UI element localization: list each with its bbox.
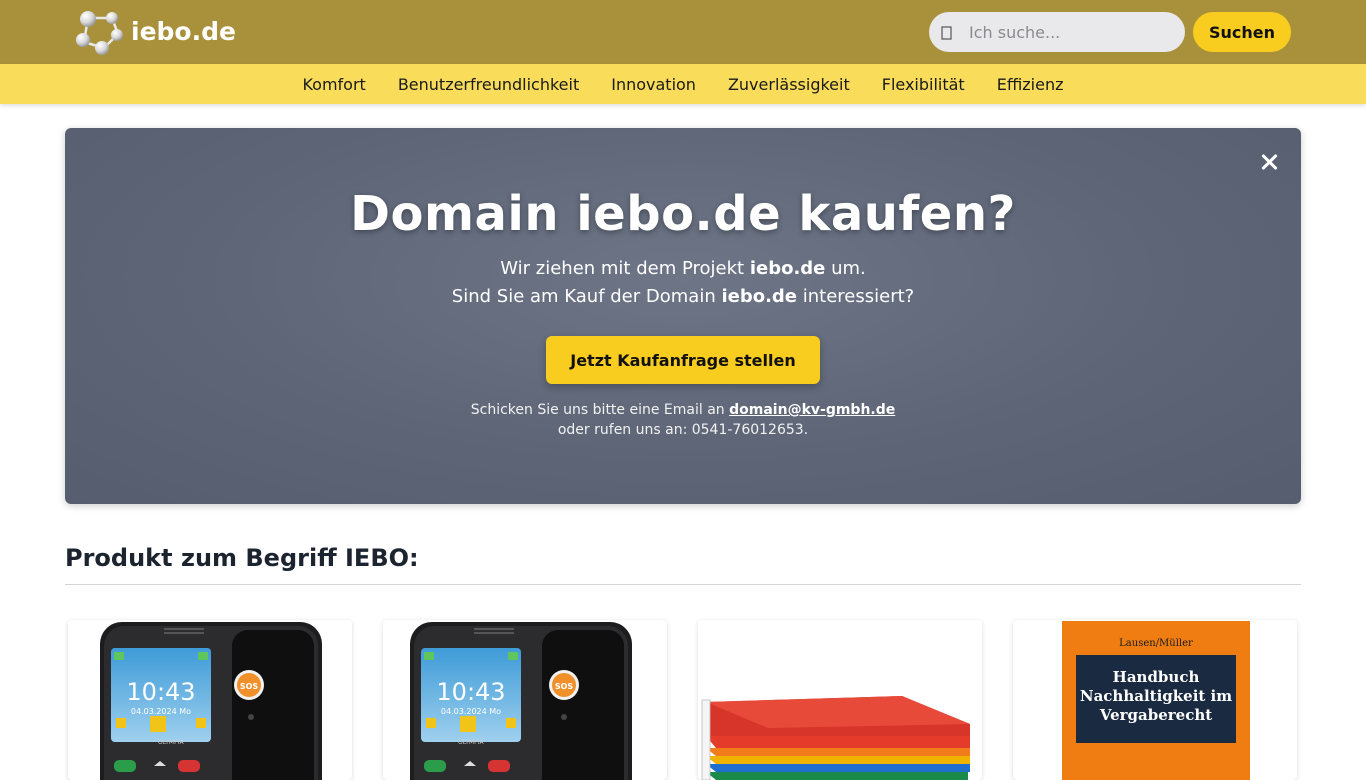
products-heading: Produkt zum Begriff IEBO: — [65, 544, 419, 572]
senior-phone-image: 10:43 04.03.2024 Mo SOS OLYMPIA — [100, 622, 322, 780]
book-authors: Lausen/Müller — [1119, 638, 1193, 649]
sos-label: SOS — [555, 682, 574, 691]
banner-line-1-end: um. — [825, 258, 866, 279]
sos-label: SOS — [240, 682, 259, 691]
nav-item-innovation[interactable]: Innovation — [611, 75, 696, 94]
divider — [65, 584, 1301, 585]
banner-line-1: Wir ziehen mit dem Projekt iebo.de um. — [65, 258, 1301, 279]
site-logo[interactable]: iebo.de — [74, 8, 236, 56]
product-card[interactable]: 10:43 04.03.2024 Mo SOS OLYMPIA — [68, 620, 352, 780]
category-nav: Komfort Benutzerfreundlichkeit Innovatio… — [0, 64, 1366, 104]
contact-phone-line: oder rufen uns an: 0541-76012653. — [557, 422, 809, 438]
product-card[interactable]: Lausen/Müller Handbuch Nachhaltigkeit im… — [1013, 620, 1297, 780]
book-cover-image: Lausen/Müller Handbuch Nachhaltigkeit im… — [1062, 621, 1250, 780]
banner-line-2-text: Sind Sie am Kauf der Domain — [451, 286, 722, 307]
search-button[interactable]: Suchen — [1193, 12, 1291, 52]
search-box[interactable] — [929, 12, 1185, 52]
product-card[interactable] — [698, 620, 982, 780]
banner-line-1-text: Wir ziehen mit dem Projekt — [500, 258, 750, 279]
contact-email-line: Schicken Sie uns bitte eine Email an dom… — [65, 402, 1301, 418]
book-title-line-3: Vergaberecht — [1099, 706, 1212, 724]
search-input[interactable] — [969, 22, 1169, 42]
banner-domain-bold-2: iebo.de — [721, 286, 798, 307]
top-header: iebo.de Suchen — [0, 0, 1366, 64]
book-title-line-1: Handbuch — [1113, 668, 1200, 686]
phone-brand: OLYMPIA — [458, 739, 484, 746]
search-icon — [940, 25, 954, 40]
nav-item-zuverlaessigkeit[interactable]: Zuverlässigkeit — [728, 75, 850, 94]
banner-domain-bold: iebo.de — [749, 258, 826, 279]
logo-icon — [74, 8, 124, 56]
phone-brand: OLYMPIA — [158, 739, 184, 746]
phone-date: 04.03.2024 Mo — [441, 707, 501, 716]
nav-item-benutzerfreundlichkeit[interactable]: Benutzerfreundlichkeit — [398, 75, 579, 94]
nav-item-effizienz[interactable]: Effizienz — [997, 75, 1064, 94]
colored-folders-image — [701, 696, 970, 780]
nav-item-komfort[interactable]: Komfort — [302, 75, 365, 94]
domain-sale-banner: Domain iebo.de kaufen? Wir ziehen mit de… — [65, 128, 1301, 504]
phone-date: 04.03.2024 Mo — [131, 707, 191, 716]
product-card[interactable]: 10:43 04.03.2024 Mo SOS OLYMPIA — [383, 620, 667, 780]
nav-item-flexibilitaet[interactable]: Flexibilität — [882, 75, 965, 94]
purchase-request-button[interactable]: Jetzt Kaufanfrage stellen — [546, 336, 820, 384]
banner-line-2-end: interessiert? — [797, 286, 915, 307]
logo-text: iebo.de — [131, 17, 236, 46]
close-icon[interactable] — [1257, 150, 1281, 174]
book-title-line-2: Nachhaltigkeit im — [1080, 687, 1232, 705]
phone-time: 10:43 — [436, 678, 505, 706]
banner-title: Domain iebo.de kaufen? — [350, 186, 1016, 242]
banner-line-2: Sind Sie am Kauf der Domain iebo.de inte… — [65, 286, 1301, 307]
contact-email-text: Schicken Sie uns bitte eine Email an — [470, 402, 730, 418]
phone-time: 10:43 — [126, 678, 195, 706]
senior-phone-image: 10:43 04.03.2024 Mo SOS OLYMPIA — [410, 622, 632, 780]
contact-email-link[interactable]: domain@kv-gmbh.de — [729, 402, 895, 418]
